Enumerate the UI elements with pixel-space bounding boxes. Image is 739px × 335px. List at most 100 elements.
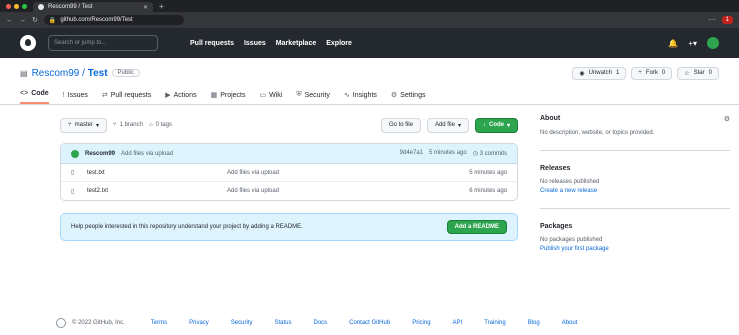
file-icon: ▯ [71, 188, 75, 195]
file-name-link[interactable]: test2.txt [87, 188, 227, 194]
forward-icon[interactable]: → [19, 17, 26, 24]
history-icon: ◷ [472, 151, 478, 157]
list-item: ▯ test.txt Add files via upload 5 minute… [61, 164, 517, 182]
book-icon: ▭ [259, 92, 267, 99]
reload-icon[interactable]: ↻ [32, 16, 38, 24]
unwatch-button[interactable]: ◉ Unwatch 1 [572, 66, 627, 80]
repo-name-link[interactable]: Test [88, 68, 108, 79]
fork-icon: ⑂ [638, 69, 642, 76]
footer-link-contact[interactable]: Contact GitHub [349, 320, 390, 326]
browser-tab[interactable]: Rescom99 / Test ✕ [33, 2, 153, 12]
footer-link-blog[interactable]: Blog [528, 320, 540, 326]
add-file-label: Add file [434, 122, 455, 128]
footer-link-pricing[interactable]: Pricing [412, 320, 430, 326]
branch-icon: ⑂ [112, 122, 117, 128]
latest-commit: Rescom99 Add files via upload 9d4e7a1 5 … [61, 144, 517, 164]
github-logo-icon[interactable] [20, 35, 36, 51]
tab-projects[interactable]: ▦ Projects [211, 91, 246, 104]
repo-tabs: <> Code ! Issues ⇄ Pull requests ▶ Actions ▦… [20, 82, 719, 104]
nav-marketplace[interactable]: Marketplace [276, 40, 316, 47]
branch-select-button[interactable]: ⑂ master ▾ [60, 117, 107, 133]
github-logo-icon[interactable] [56, 318, 66, 328]
search-input[interactable]: Search or jump to... [48, 35, 158, 51]
commit-hash[interactable]: 9d4e7a1 [400, 150, 423, 157]
tab-issues[interactable]: ! Issues [63, 92, 88, 104]
github-header: Search or jump to... Pull requests Issue… [0, 28, 739, 58]
fork-label: Fork [645, 69, 658, 76]
footer-link-security[interactable]: Security [231, 320, 253, 326]
footer-link-docs[interactable]: Docs [314, 320, 328, 326]
nav-explore[interactable]: Explore [326, 40, 352, 47]
file-list: Rescom99 Add files via upload 9d4e7a1 5 … [60, 143, 518, 201]
add-readme-button[interactable]: Add a README [446, 220, 507, 234]
tags-link[interactable]: ⌂ 0 tags [149, 122, 172, 128]
avatar[interactable] [707, 37, 719, 49]
add-file-button[interactable]: Add file ▾ [426, 117, 469, 133]
lock-icon: 🔒 [48, 17, 57, 24]
tags-label: 0 tags [155, 122, 172, 128]
new-tab-icon[interactable]: + [159, 2, 164, 11]
create-release-link[interactable]: Create a new release [540, 187, 730, 196]
tab-actions[interactable]: ▶ Actions [165, 91, 196, 104]
file-name-link[interactable]: test.txt [87, 170, 227, 176]
gear-icon: ⚙ [390, 92, 398, 99]
fork-button[interactable]: ⑂ Fork 0 [631, 66, 673, 80]
project-icon: ▦ [210, 92, 218, 99]
gear-icon[interactable]: ⚙ [724, 115, 730, 123]
notification-badge[interactable]: 1 [721, 16, 733, 24]
footer-link-training[interactable]: Training [484, 320, 505, 326]
commit-author[interactable]: Rescom99 [85, 151, 115, 157]
go-to-file-button[interactable]: Go to file [380, 117, 421, 133]
close-window-button[interactable] [6, 4, 11, 9]
repo-sidebar: About ⚙ No description, website, or topic… [540, 115, 730, 280]
back-icon[interactable]: ← [6, 17, 13, 24]
footer-link-about[interactable]: About [562, 320, 578, 326]
address-bar[interactable]: 🔒 github.com/Rescom99/Test [43, 15, 184, 25]
commit-message[interactable]: Add files via upload [121, 151, 173, 157]
nav-pull-requests[interactable]: Pull requests [190, 40, 234, 47]
footer-link-api[interactable]: API [453, 320, 463, 326]
star-icon: ☆ [684, 70, 690, 77]
play-icon: ▶ [165, 92, 171, 99]
maximize-window-button[interactable] [22, 4, 27, 9]
footer-link-status[interactable]: Status [274, 320, 291, 326]
packages-heading[interactable]: Packages [540, 223, 730, 230]
toolbar-right: ⋯ 1 [709, 16, 733, 24]
avatar[interactable] [71, 149, 79, 158]
readme-prompt-text: Help people interested in this repositor… [71, 224, 303, 230]
tab-security[interactable]: ⛨ Security [296, 91, 330, 104]
tab-insights[interactable]: ∿ Insights [344, 91, 377, 104]
bell-icon[interactable]: 🔔 [668, 39, 678, 48]
about-title: About [540, 115, 561, 122]
commit-time: 5 minutes ago [429, 150, 467, 156]
tab-actions-label: Actions [173, 91, 197, 99]
code-button[interactable]: ↓ Code ▾ [474, 117, 518, 133]
readme-prompt: Help people interested in this repositor… [60, 213, 518, 241]
plus-icon[interactable]: +▾ [688, 39, 697, 48]
extensions-icon[interactable]: ⋯ [709, 16, 716, 24]
file-commit-message[interactable]: Add files via upload [227, 188, 469, 194]
branches-label: 1 branch [119, 122, 143, 128]
publish-package-link[interactable]: Publish your first package [540, 245, 730, 254]
about-section: About ⚙ No description, website, or topic… [540, 115, 730, 151]
star-button[interactable]: ☆ Star 0 [677, 66, 719, 80]
releases-heading[interactable]: Releases [540, 165, 730, 172]
tab-wiki[interactable]: ▭ Wiki [260, 91, 283, 104]
footer-link-privacy[interactable]: Privacy [189, 320, 209, 326]
footer-link-terms[interactable]: Terms [151, 320, 167, 326]
tab-settings-label: Settings [400, 91, 426, 99]
file-commit-message[interactable]: Add files via upload [227, 170, 469, 176]
commits-link[interactable]: ◷ 3 commits [473, 150, 507, 157]
close-tab-icon[interactable]: ✕ [143, 4, 148, 11]
nav-issues[interactable]: Issues [244, 40, 266, 47]
minimize-window-button[interactable] [14, 4, 19, 9]
repo-owner-link[interactable]: Rescom99 [32, 68, 80, 79]
tab-code[interactable]: <> Code [20, 90, 49, 104]
tab-pull-requests-label: Pull requests [110, 91, 152, 99]
browser-tab-title: Rescom99 / Test [48, 4, 93, 10]
repo-title: Rescom99 / Test [31, 67, 108, 79]
branches-link[interactable]: ⑂ 1 branch [113, 122, 143, 128]
tab-pull-requests[interactable]: ⇄ Pull requests [102, 91, 151, 104]
header-right: 🔔 +▾ [668, 37, 719, 49]
tab-settings[interactable]: ⚙ Settings [391, 91, 426, 104]
